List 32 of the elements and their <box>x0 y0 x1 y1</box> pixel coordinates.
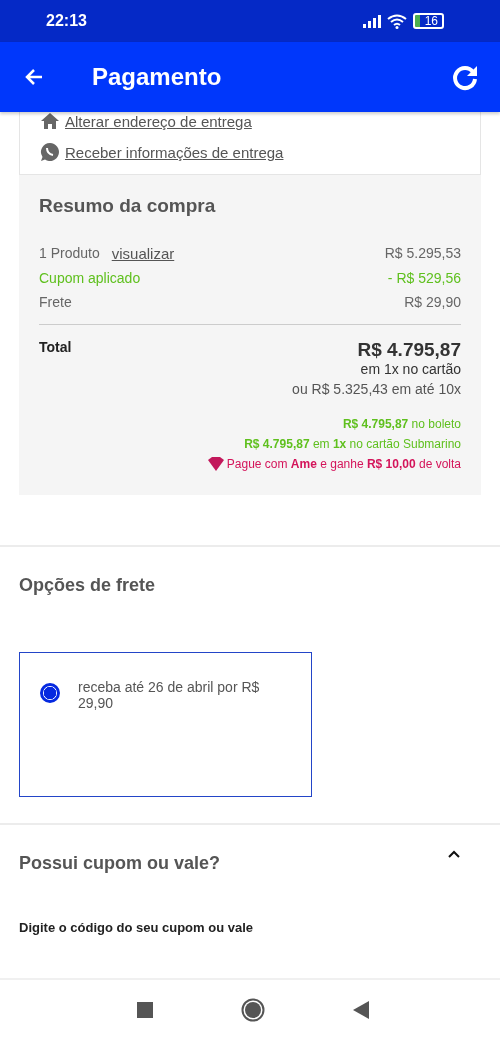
home-icon <box>40 112 60 130</box>
delivery-link[interactable]: Receber informações de entrega <box>65 143 284 161</box>
page-title: Pagamento <box>92 63 223 91</box>
signal-icon <box>360 14 381 28</box>
chat-bubble-icon <box>40 142 60 162</box>
summary-value: R$ 5.295,53 <box>384 245 461 262</box>
summary-value: - R$ 529,56 <box>387 270 461 286</box>
summary-label: 1 Produto <box>39 245 100 262</box>
coupon-title: Possui cupom ou vale? <box>19 853 221 874</box>
total-label: Total <box>39 339 72 357</box>
shipping-option[interactable]: receba até 26 de abril por R$ 29,90 <box>19 652 312 797</box>
home-button-icon[interactable] <box>241 998 265 1022</box>
radio-button[interactable] <box>40 683 60 703</box>
offer-text: R$ 4.795,87 em 1x no cartão Submarino <box>244 437 461 451</box>
coupon-field-label: Digite o código do seu cupom ou vale <box>19 920 255 935</box>
summary-title: Resumo da compra <box>39 195 217 217</box>
caret-icon[interactable] <box>447 849 461 859</box>
offer-text: R$ 4.795,87 no boleto <box>342 417 461 431</box>
wifi-icon <box>386 13 407 29</box>
status-time: 22:13 <box>46 12 87 30</box>
shipping-title: Opções de frete <box>19 575 157 596</box>
summary-label: Frete <box>39 294 72 310</box>
installments-text: ou R$ 5.325,43 em até 10x <box>292 381 461 397</box>
offer-text: Pague com Ame e ganhe R$ 10,00 de volta <box>226 457 461 471</box>
total-value: R$ 4.795,87 <box>357 339 461 361</box>
view-link[interactable]: visualizar <box>111 245 175 262</box>
total-note: em 1x no cartão <box>360 361 461 377</box>
summary-value: R$ 29,90 <box>404 294 461 310</box>
delivery-link[interactable]: Alterar endereço de entrega <box>65 112 252 130</box>
battery-level: 16 <box>412 13 444 29</box>
back-icon[interactable] <box>353 1001 369 1019</box>
summary-label: Cupom aplicado <box>39 270 141 286</box>
